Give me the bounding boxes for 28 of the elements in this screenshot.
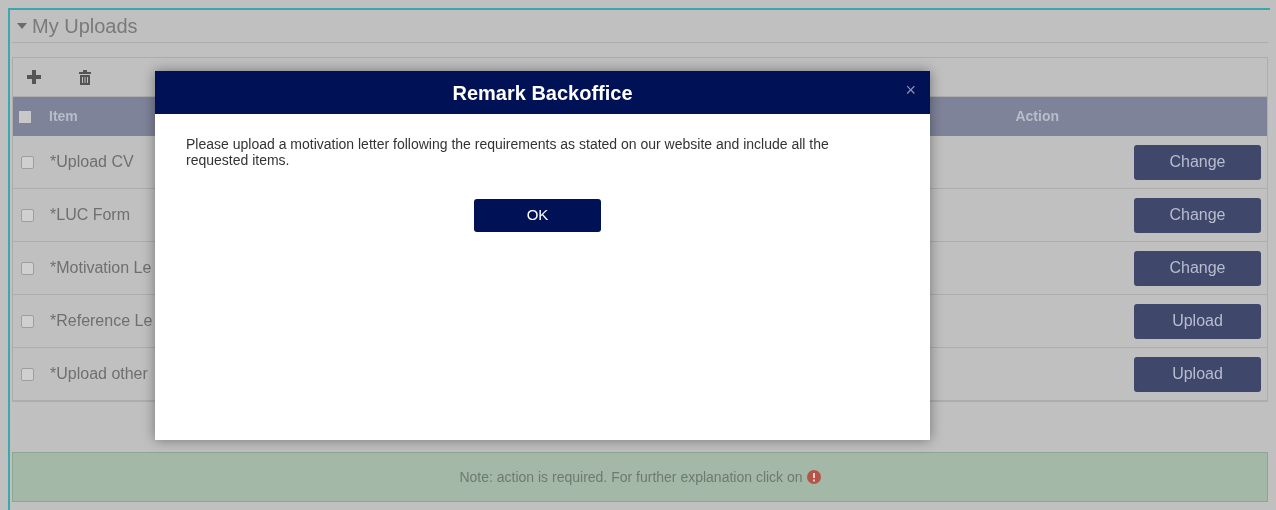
select-all-checkbox[interactable] — [19, 110, 31, 123]
item-label: *Upload CV — [50, 152, 134, 172]
column-header: Item — [49, 107, 78, 126]
action-button[interactable]: Change — [1134, 197, 1261, 233]
row-checkbox[interactable] — [21, 314, 34, 328]
trash-icon[interactable] — [79, 69, 91, 85]
add-icon[interactable] — [27, 70, 41, 84]
item-label: *Reference Le — [50, 311, 153, 331]
row-checkbox[interactable] — [21, 208, 34, 222]
action-button[interactable]: Change — [1134, 250, 1261, 286]
ok-button[interactable]: OK — [474, 199, 601, 232]
caret-icon[interactable] — [16, 22, 28, 30]
dialog-title: Remark Backoffice — [452, 80, 633, 106]
row-checkbox[interactable] — [21, 367, 34, 381]
section-title: My Uploads — [32, 14, 138, 39]
item-label: *Upload other — [50, 364, 148, 384]
close-button[interactable]: × — [905, 81, 916, 99]
action-button[interactable]: Upload — [1134, 303, 1261, 339]
note-text: Note: action is required. For further explanation click on — [459, 467, 803, 487]
action-button[interactable]: Upload — [1134, 356, 1261, 392]
action-button[interactable]: Change — [1134, 144, 1261, 180]
column-header: Action — [1015, 107, 1059, 126]
item-label: *Motivation Le — [50, 258, 152, 278]
row-checkbox[interactable] — [21, 155, 34, 169]
row-checkbox[interactable] — [21, 261, 34, 275]
exclamation-icon[interactable] — [806, 470, 821, 484]
dialog-message: Please upload a motivation letter following the requirements as stated on our website and include all the requested items. — [185, 135, 830, 168]
item-label: *LUC Form — [50, 205, 130, 225]
